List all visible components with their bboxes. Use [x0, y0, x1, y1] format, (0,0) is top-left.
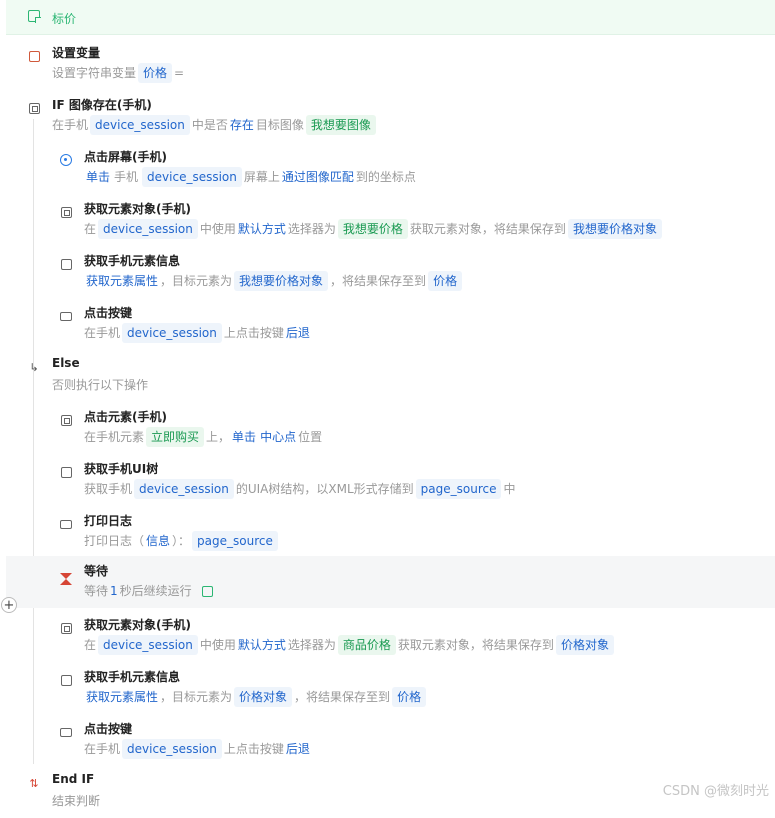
- step-title: 点击元素(手机): [84, 410, 167, 424]
- option-link[interactable]: 默认方式: [238, 638, 286, 652]
- step-desc: 设置字符串变量 价格 =: [52, 63, 184, 83]
- step-desc: 在 device_session 中使用 默认方式 选择器为 我想要价格 获取元素对象，将结…: [84, 219, 664, 239]
- variable-tag[interactable]: 价格对象: [234, 687, 293, 707]
- step-title: 获取手机UI树: [84, 462, 159, 476]
- step-title: 获取手机元素信息: [84, 254, 181, 268]
- print-log-icon: [59, 517, 73, 531]
- step-get-ui-tree[interactable]: 获取手机UI树 获取手机 device_session 的UIA树结构，以XML形式…: [6, 454, 775, 506]
- variable-tag[interactable]: device_session: [90, 115, 190, 135]
- variable-tag[interactable]: device_session: [122, 739, 222, 759]
- element-object-icon: [59, 621, 73, 635]
- step-click-element[interactable]: 点击元素(手机) 在手机元素 立即购买 上， 单击 中心点 位置: [6, 402, 775, 454]
- step-title: 设置变量: [52, 46, 101, 60]
- variable-icon: [27, 49, 41, 63]
- option-link[interactable]: 后退: [286, 326, 310, 340]
- step-title: 点击屏幕(手机): [84, 150, 167, 164]
- option-link[interactable]: 后退: [286, 742, 310, 756]
- step-desc: 等待 1 秒后继续运行: [84, 581, 215, 601]
- step-desc: 在手机元素 立即购买 上， 单击 中心点 位置: [84, 427, 322, 447]
- variable-tag[interactable]: 我想要价格对象: [234, 271, 329, 291]
- image-tag[interactable]: 我想要图像: [305, 115, 376, 135]
- variable-tag[interactable]: 我想要价格对象: [567, 219, 662, 239]
- step-desc: 在手机 device_session 中是否 存在 目标图像 我想要图像: [52, 115, 378, 135]
- element-tag[interactable]: 立即购买: [146, 427, 205, 447]
- step-end-if[interactable]: ⇅ End IF 结束判断: [6, 766, 775, 818]
- step-set-variable[interactable]: 设置变量 设置字符串变量 价格 =: [6, 38, 775, 90]
- element-info-icon: [59, 673, 73, 687]
- element-object-icon: [59, 205, 73, 219]
- step-get-element-info[interactable]: 获取手机元素信息 获取元素属性 ，目标元素为 我想要价格对象 ，将结果保存至到 价格: [6, 246, 775, 298]
- variable-tag[interactable]: 价格对象: [555, 635, 614, 655]
- variable-tag[interactable]: page_source: [415, 479, 502, 499]
- step-title: 获取手机元素信息: [84, 670, 181, 684]
- step-title: 等待: [84, 564, 109, 578]
- variable-tag[interactable]: 价格: [138, 63, 173, 83]
- step-desc: 获取元素属性 ，目标元素为 价格对象 ，将结果保存至到 价格: [84, 687, 428, 707]
- step-title: Else: [52, 356, 80, 370]
- variable-tag[interactable]: device_session: [98, 219, 198, 239]
- note-icon: [28, 10, 41, 23]
- step-get-element-info[interactable]: 获取手机元素信息 获取元素属性 ，目标元素为 价格对象 ，将结果保存至到 价格: [6, 662, 775, 714]
- step-title: 获取元素对象(手机): [84, 202, 191, 216]
- option-link[interactable]: 通过图像匹配: [282, 170, 354, 184]
- step-desc: 在 device_session 中使用 默认方式 选择器为 商品价格 获取元素对象，将结果…: [84, 635, 616, 655]
- step-title: End IF: [52, 772, 95, 786]
- selector-tag[interactable]: 我想要价格: [337, 219, 408, 239]
- step-get-element-object[interactable]: 获取元素对象(手机) 在 device_session 中使用 默认方式 选择器为 我想要…: [6, 194, 775, 246]
- click-element-icon: [59, 413, 73, 427]
- step-title: IF 图像存在(手机): [52, 98, 152, 112]
- key-press-icon: [59, 725, 73, 739]
- branch-icon: ↳: [29, 361, 39, 374]
- step-desc: 在手机 device_session 上点击按键 后退: [84, 739, 312, 759]
- option-link[interactable]: 单击: [232, 430, 256, 444]
- option-link[interactable]: 单击: [86, 170, 110, 184]
- option-link[interactable]: 1: [110, 584, 118, 598]
- step-press-key[interactable]: 点击按键 在手机 device_session 上点击按键 后退: [6, 714, 775, 766]
- hourglass-icon: [59, 567, 73, 585]
- variable-tag[interactable]: 价格: [428, 271, 463, 291]
- option-link[interactable]: 存在: [230, 118, 254, 132]
- option-link[interactable]: 默认方式: [238, 222, 286, 236]
- edit-check-icon[interactable]: [201, 584, 213, 598]
- watermark: CSDN @微刻时光: [662, 784, 769, 799]
- option-link[interactable]: 获取元素属性: [86, 274, 158, 288]
- variable-tag[interactable]: device_session: [134, 479, 234, 499]
- step-desc: 结束判断: [52, 794, 101, 808]
- step-press-key[interactable]: 点击按键 在手机 device_session 上点击按键 后退: [6, 298, 775, 350]
- step-desc: 否则执行以下操作: [52, 378, 149, 392]
- step-tap-screen[interactable]: 点击屏幕(手机) 单击 手机 device_session 屏幕上 通过图像匹配 到的坐标…: [6, 142, 775, 194]
- element-info-icon: [59, 257, 73, 271]
- key-press-icon: [59, 309, 73, 323]
- option-link[interactable]: 中心点: [260, 430, 296, 444]
- step-print-log[interactable]: 打印日志 打印日志（ 信息）： page_source: [6, 506, 775, 558]
- variable-tag[interactable]: 价格: [392, 687, 427, 707]
- variable-tag[interactable]: device_session: [98, 635, 198, 655]
- step-desc: 获取元素属性 ，目标元素为 我想要价格对象 ，将结果保存至到 价格: [84, 271, 464, 291]
- step-title: 打印日志: [84, 514, 133, 528]
- step-else[interactable]: ↳ Else 否则执行以下操作: [6, 350, 775, 402]
- step-get-element-object[interactable]: 获取元素对象(手机) 在 device_session 中使用 默认方式 选择器为 商品价…: [6, 610, 775, 662]
- step-desc: 在手机 device_session 上点击按键 后退: [84, 323, 312, 343]
- variable-tag[interactable]: device_session: [142, 167, 242, 187]
- variable-tag[interactable]: page_source: [192, 531, 278, 551]
- flow-header[interactable]: 标价: [6, 0, 775, 35]
- flow-title: 标价: [52, 12, 77, 26]
- step-desc: 获取手机 device_session 的UIA树结构，以XML形式存储到 page_…: [84, 479, 516, 499]
- image-exists-icon: [27, 101, 41, 115]
- step-title: 点击按键: [84, 722, 133, 736]
- variable-tag[interactable]: device_session: [122, 323, 222, 343]
- tap-screen-icon: [59, 153, 73, 167]
- step-if-image-exists[interactable]: IF 图像存在(手机) 在手机 device_session 中是否 存在 目标图像 我想…: [6, 90, 775, 142]
- step-title: 点击按键: [84, 306, 133, 320]
- option-link[interactable]: 信息: [146, 534, 170, 548]
- step-title: 获取元素对象(手机): [84, 618, 191, 632]
- step-wait[interactable]: 等待 等待 1 秒后继续运行: [6, 556, 775, 608]
- ui-tree-icon: [59, 465, 73, 479]
- step-desc: 单击 手机 device_session 屏幕上 通过图像匹配 到的坐标点: [84, 167, 416, 187]
- end-if-icon: ⇅: [29, 777, 39, 790]
- selector-tag[interactable]: 商品价格: [337, 635, 396, 655]
- step-desc: 打印日志（ 信息）： page_source: [84, 531, 280, 551]
- option-link[interactable]: 获取元素属性: [86, 690, 158, 704]
